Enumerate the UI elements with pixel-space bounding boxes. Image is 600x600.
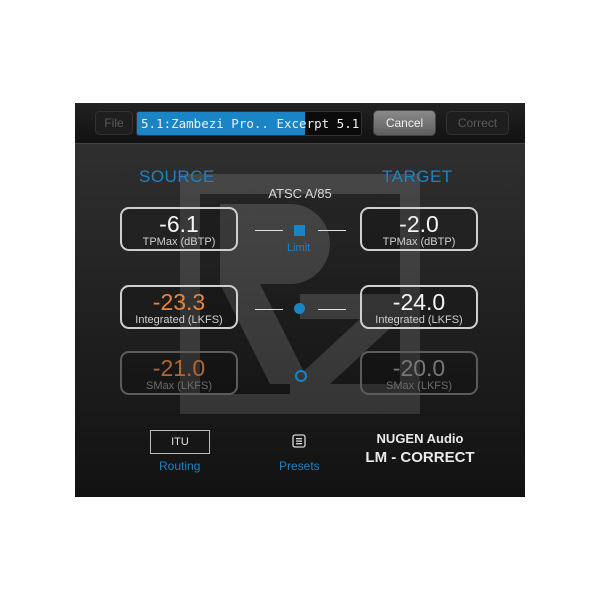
link-line-right: [318, 309, 346, 310]
lm-correct-plugin-window: File 5.1:Zambezi Pro.. Excerpt 5.1.wav C…: [75, 103, 525, 497]
main-panel: SOURCE TARGET ATSC A/85 -6.1 TPMax (dBTP…: [75, 144, 525, 497]
target-heading: TARGET: [382, 167, 453, 186]
smax-link-ring-icon[interactable]: [295, 370, 307, 382]
target-tpmax-value: -2.0: [399, 211, 439, 237]
limit-label: Limit: [287, 242, 311, 254]
filename-text: 5.1:Zambezi Pro.. Excerpt 5.1.wav: [141, 116, 361, 131]
source-smax-label: SMax (LKFS): [145, 380, 212, 392]
product-name: LM - CORRECT: [365, 449, 475, 466]
target-tpmax-box[interactable]: -2.0 TPMax (dBTP): [360, 207, 478, 251]
limit-square-icon[interactable]: [294, 225, 305, 236]
target-integrated-label: Integrated (LKFS): [375, 314, 463, 326]
source-heading: SOURCE: [139, 167, 215, 186]
filename-field[interactable]: 5.1:Zambezi Pro.. Excerpt 5.1.wav: [136, 111, 362, 136]
link-line-left: [255, 309, 283, 310]
presets-list-icon[interactable]: [292, 434, 306, 448]
toolbar: File 5.1:Zambezi Pro.. Excerpt 5.1.wav C…: [75, 103, 525, 144]
correct-button[interactable]: Correct: [446, 111, 509, 135]
source-tpmax-box: -6.1 TPMax (dBTP): [120, 207, 238, 251]
target-smax-box[interactable]: -20.0 SMax (LKFS): [360, 351, 478, 395]
loudness-standard-label[interactable]: ATSC A/85: [75, 186, 525, 201]
cancel-button-label: Cancel: [385, 116, 424, 130]
source-integrated-value: -23.3: [152, 289, 206, 315]
correct-button-label: Correct: [457, 116, 498, 130]
target-smax-value: -20.0: [392, 355, 446, 381]
presets-label[interactable]: Presets: [279, 459, 320, 473]
source-tpmax-value: -6.1: [159, 211, 199, 237]
file-button-label: File: [104, 116, 124, 130]
source-smax-value: -21.0: [152, 355, 206, 381]
filename-selected-text: 5.1:Zambezi Pro.. Excerpt: [141, 116, 330, 131]
integrated-link-dot-icon[interactable]: [294, 303, 305, 314]
target-smax-label: SMax (LKFS): [385, 380, 452, 392]
source-integrated-box: -23.3 Integrated (LKFS): [120, 285, 238, 329]
routing-label: Routing: [159, 459, 201, 473]
filename-rest-text: 5.1.wav: [336, 116, 361, 131]
target-tpmax-label: TPMax (dBTP): [382, 236, 456, 248]
itu-label: ITU: [171, 436, 189, 448]
target-integrated-box[interactable]: -24.0 Integrated (LKFS): [360, 285, 478, 329]
source-smax-box: -21.0 SMax (LKFS): [120, 351, 238, 395]
brand-name: NUGEN Audio: [376, 431, 464, 446]
itu-routing-button[interactable]: ITU: [150, 430, 210, 454]
target-integrated-value: -24.0: [392, 289, 446, 315]
source-integrated-label: Integrated (LKFS): [135, 314, 223, 326]
cancel-button[interactable]: Cancel: [373, 110, 436, 136]
link-line-right: [318, 230, 346, 231]
file-button[interactable]: File: [95, 111, 133, 135]
link-line-left: [255, 230, 283, 231]
source-tpmax-label: TPMax (dBTP): [142, 236, 216, 248]
